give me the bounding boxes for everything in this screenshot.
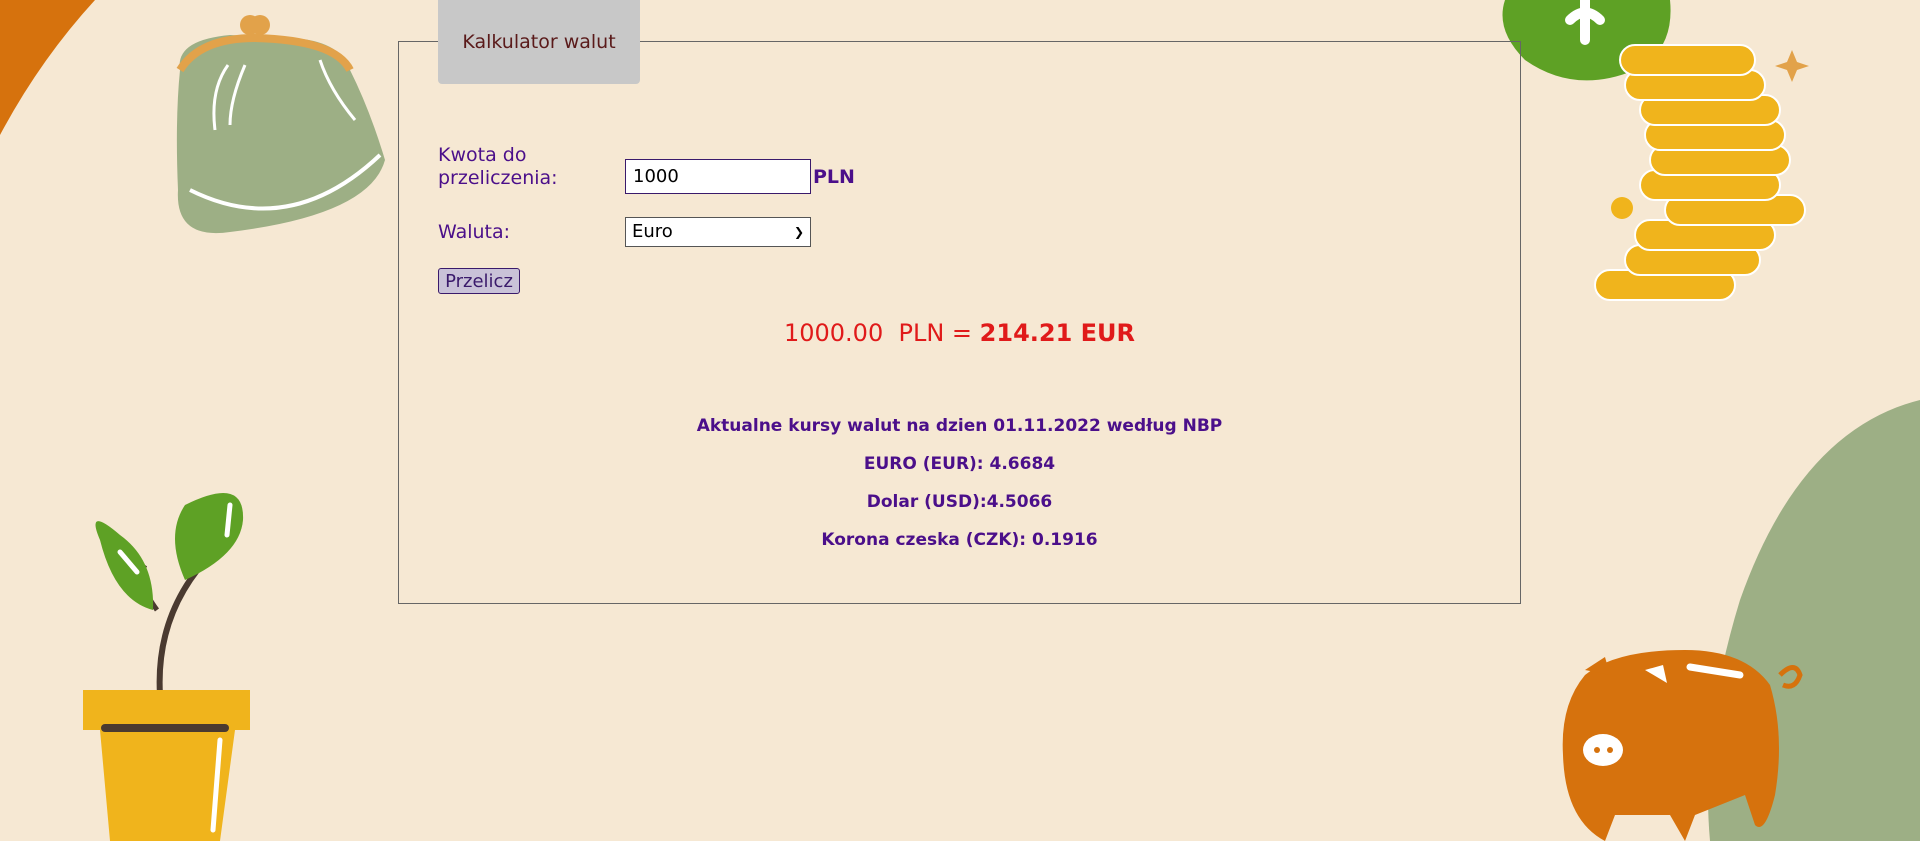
result-equals: = (951, 319, 973, 347)
amount-unit: PLN (813, 166, 855, 188)
amount-label: Kwota do przeliczenia: (438, 144, 558, 189)
amount-input[interactable]: 1000 (625, 159, 811, 194)
result-input-amount: 1000.00 (783, 319, 884, 347)
coin-stack-illustration (1594, 44, 1809, 301)
corner-shape-top-left (0, 0, 95, 135)
chevron-down-icon: ❯ (793, 225, 804, 239)
calculator-tab-title: Kalkulator walut (438, 0, 640, 84)
result-input-currency: PLN (898, 319, 945, 347)
piggy-bank-illustration (1562, 650, 1803, 841)
result-output: 214.21 EUR (979, 319, 1136, 347)
currency-select[interactable]: Euro ❯ (625, 217, 811, 247)
rate-eur: EURO (EUR): 4.6684 (863, 454, 1056, 474)
rates-heading: Aktualne kursy walut na dzien 01.11.2022… (696, 416, 1223, 436)
rate-czk: Korona czeska (CZK): 0.1916 (821, 530, 1098, 550)
purse-illustration (176, 15, 385, 234)
convert-button[interactable]: Przelicz (438, 268, 520, 294)
currency-label: Waluta: (438, 221, 511, 243)
plant-pot-illustration (83, 493, 250, 841)
rate-usd: Dolar (USD):4.5066 (866, 492, 1053, 512)
currency-select-value: Euro (632, 221, 673, 242)
conversion-result: 1000.00 PLN = 214.21 EUR (398, 319, 1521, 347)
